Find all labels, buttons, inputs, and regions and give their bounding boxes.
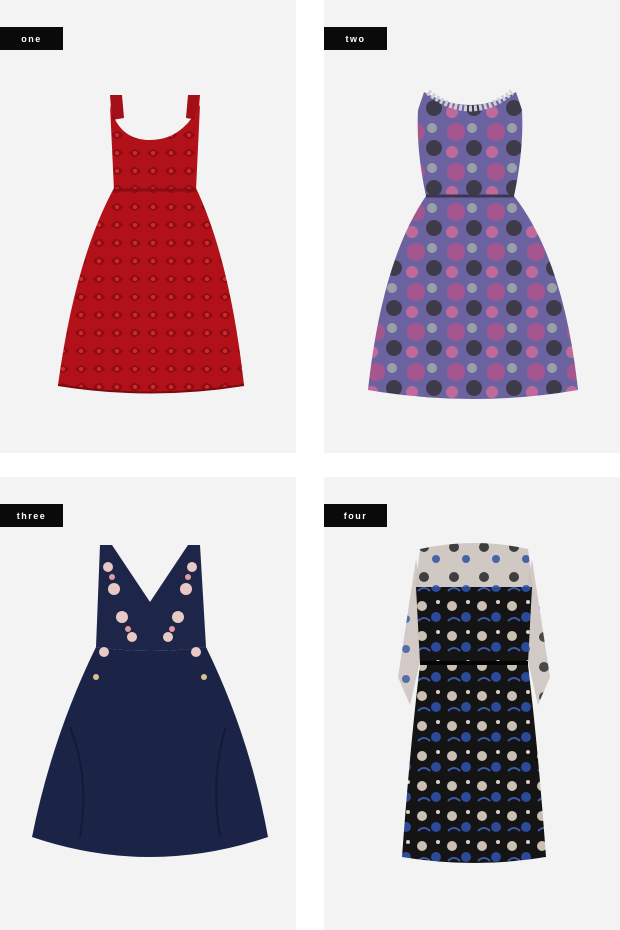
- label-three: three: [0, 504, 63, 527]
- red-dress-image: [57, 95, 245, 394]
- product-card-four[interactable]: four: [324, 477, 620, 930]
- product-card-two[interactable]: two: [324, 0, 620, 453]
- product-card-one[interactable]: one: [0, 0, 296, 453]
- purple-floral-dress-image: [368, 89, 578, 399]
- label-four: four: [324, 504, 387, 527]
- product-card-three[interactable]: three: [0, 477, 296, 930]
- label-two: two: [324, 27, 387, 50]
- label-one: one: [0, 27, 63, 50]
- black-embroidered-dress-image: [398, 543, 550, 863]
- navy-applique-dress-image: [32, 545, 268, 857]
- product-grid: one two three four: [0, 0, 620, 930]
